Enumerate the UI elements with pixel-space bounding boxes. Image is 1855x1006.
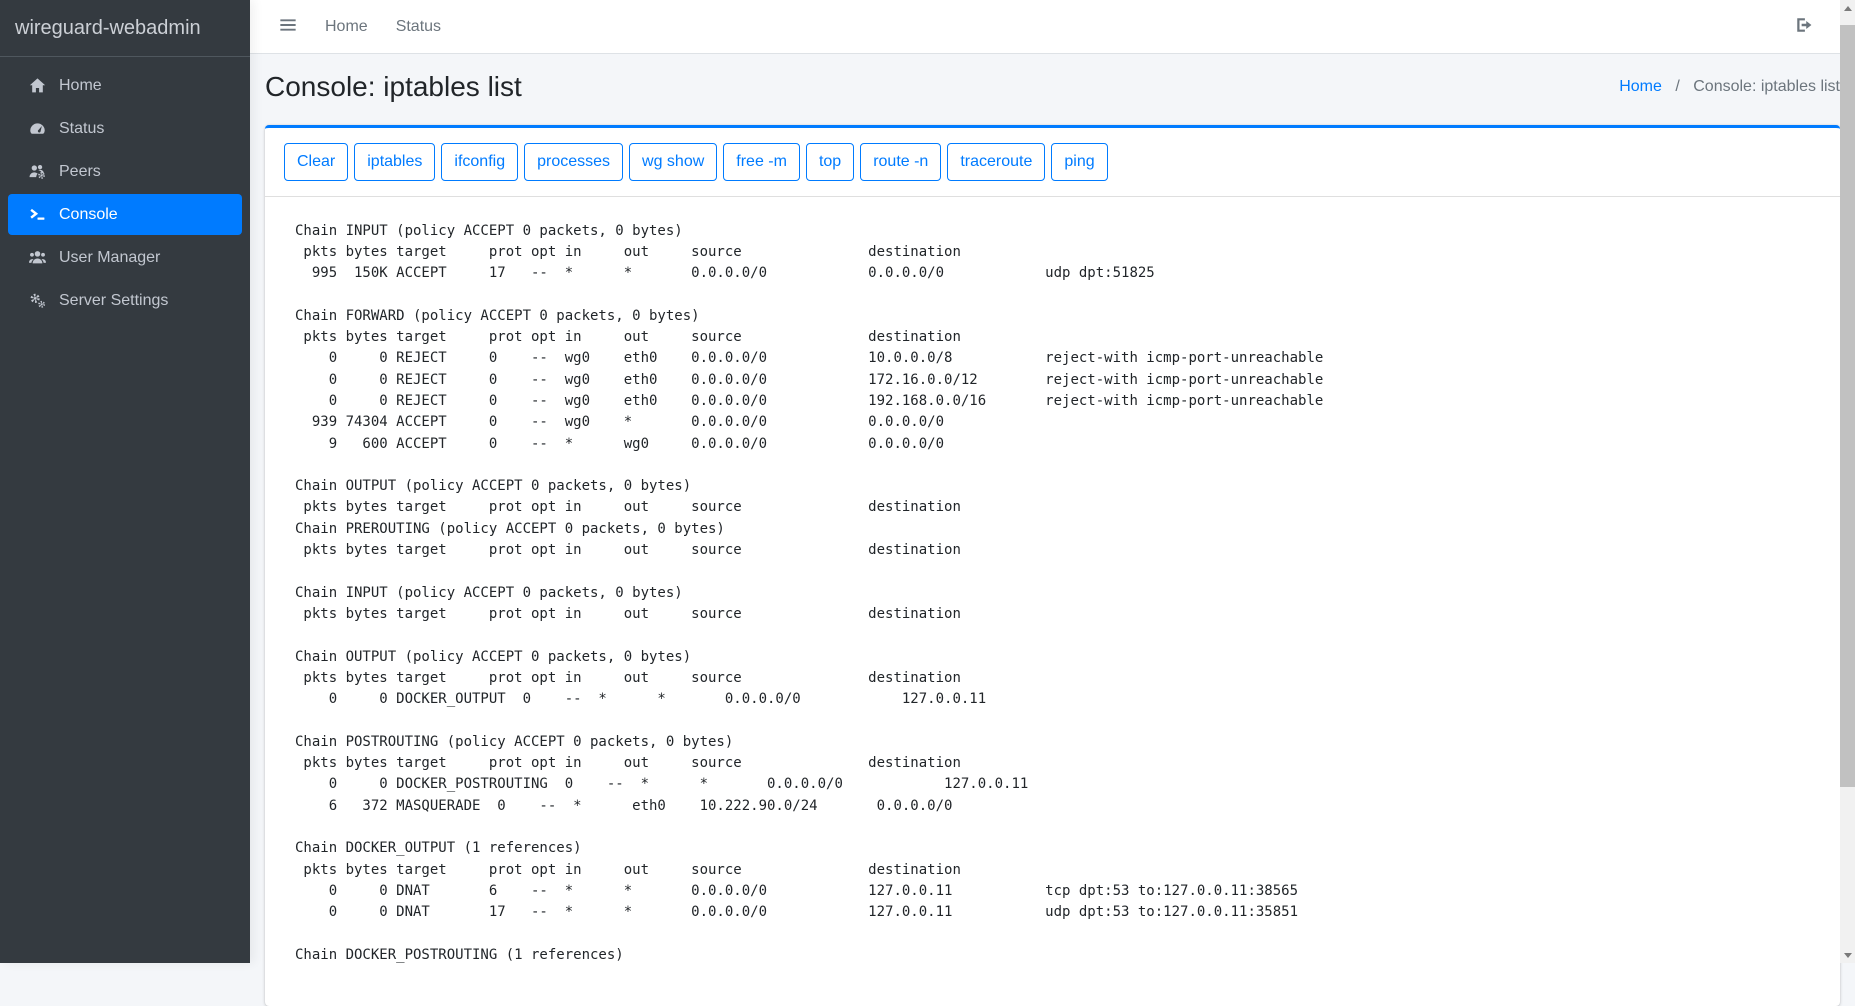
- gears-icon: [28, 292, 47, 310]
- scrollbar-thumb[interactable]: [1840, 25, 1855, 787]
- iptables-button[interactable]: iptables: [354, 143, 435, 181]
- route-n-button[interactable]: route -n: [860, 143, 941, 181]
- hamburger-icon: [279, 16, 297, 37]
- users-gear-icon: [28, 163, 47, 181]
- navbar-link-status[interactable]: Status: [382, 18, 455, 36]
- ping-button[interactable]: ping: [1051, 143, 1107, 181]
- sidebar-item-server-settings[interactable]: Server Settings: [8, 280, 242, 321]
- top-navbar: Home Status: [250, 0, 1855, 54]
- tachometer-icon: [28, 120, 47, 138]
- sidebar-item-console[interactable]: Console: [8, 194, 242, 235]
- sidebar-item-status[interactable]: Status: [8, 108, 242, 149]
- sidebar-nav: Home Status Peers Console User Manager: [0, 57, 250, 329]
- breadcrumb-home-link[interactable]: Home: [1619, 78, 1662, 95]
- console-output: Chain INPUT (policy ACCEPT 0 packets, 0 …: [295, 221, 1820, 966]
- sidebar-item-label: Server Settings: [59, 292, 168, 310]
- sidebar-item-label: Console: [59, 206, 118, 224]
- users-icon: [28, 249, 47, 267]
- sign-out-icon: [1795, 16, 1813, 37]
- navbar-link-home[interactable]: Home: [311, 18, 382, 36]
- scrollbar-up-arrow[interactable]: [1840, 0, 1855, 16]
- clear-button[interactable]: Clear: [284, 143, 348, 181]
- home-icon: [28, 77, 47, 95]
- terminal-icon: [28, 206, 47, 224]
- sidebar-item-home[interactable]: Home: [8, 65, 242, 106]
- traceroute-button[interactable]: traceroute: [947, 143, 1045, 181]
- console-card-body: Chain INPUT (policy ACCEPT 0 packets, 0 …: [265, 197, 1840, 1006]
- page-title: Console: iptables list: [265, 70, 522, 104]
- sidebar-item-label: Peers: [59, 163, 101, 181]
- brand-link[interactable]: wireguard-webadmin: [0, 0, 250, 57]
- command-toolbar: Clear iptables ifconfig processes wg sho…: [265, 128, 1840, 197]
- sidebar-item-user-manager[interactable]: User Manager: [8, 237, 242, 278]
- ifconfig-button[interactable]: ifconfig: [441, 143, 518, 181]
- breadcrumb-current: Console: iptables list: [1693, 78, 1840, 95]
- sidebar-item-label: User Manager: [59, 249, 160, 267]
- processes-button[interactable]: processes: [524, 143, 623, 181]
- breadcrumb: Home / Console: iptables list: [1619, 78, 1840, 96]
- content-header: Console: iptables list Home / Console: i…: [265, 54, 1840, 104]
- sidebar-item-label: Home: [59, 77, 102, 95]
- logout-button[interactable]: [1781, 0, 1827, 53]
- breadcrumb-separator: /: [1675, 78, 1679, 95]
- free-m-button[interactable]: free -m: [723, 143, 800, 181]
- sidebar-item-label: Status: [59, 120, 104, 138]
- sidebar: wireguard-webadmin Home Status Peers Con…: [0, 0, 250, 963]
- top-button[interactable]: top: [806, 143, 854, 181]
- sidebar-item-peers[interactable]: Peers: [8, 151, 242, 192]
- console-card: Clear iptables ifconfig processes wg sho…: [265, 125, 1840, 1006]
- scrollbar-down-arrow[interactable]: [1840, 947, 1855, 963]
- wg-show-button[interactable]: wg show: [629, 143, 717, 181]
- content-area: Console: iptables list Home / Console: i…: [250, 54, 1855, 1006]
- sidebar-toggle-button[interactable]: [265, 0, 311, 53]
- scrollbar[interactable]: [1840, 0, 1855, 963]
